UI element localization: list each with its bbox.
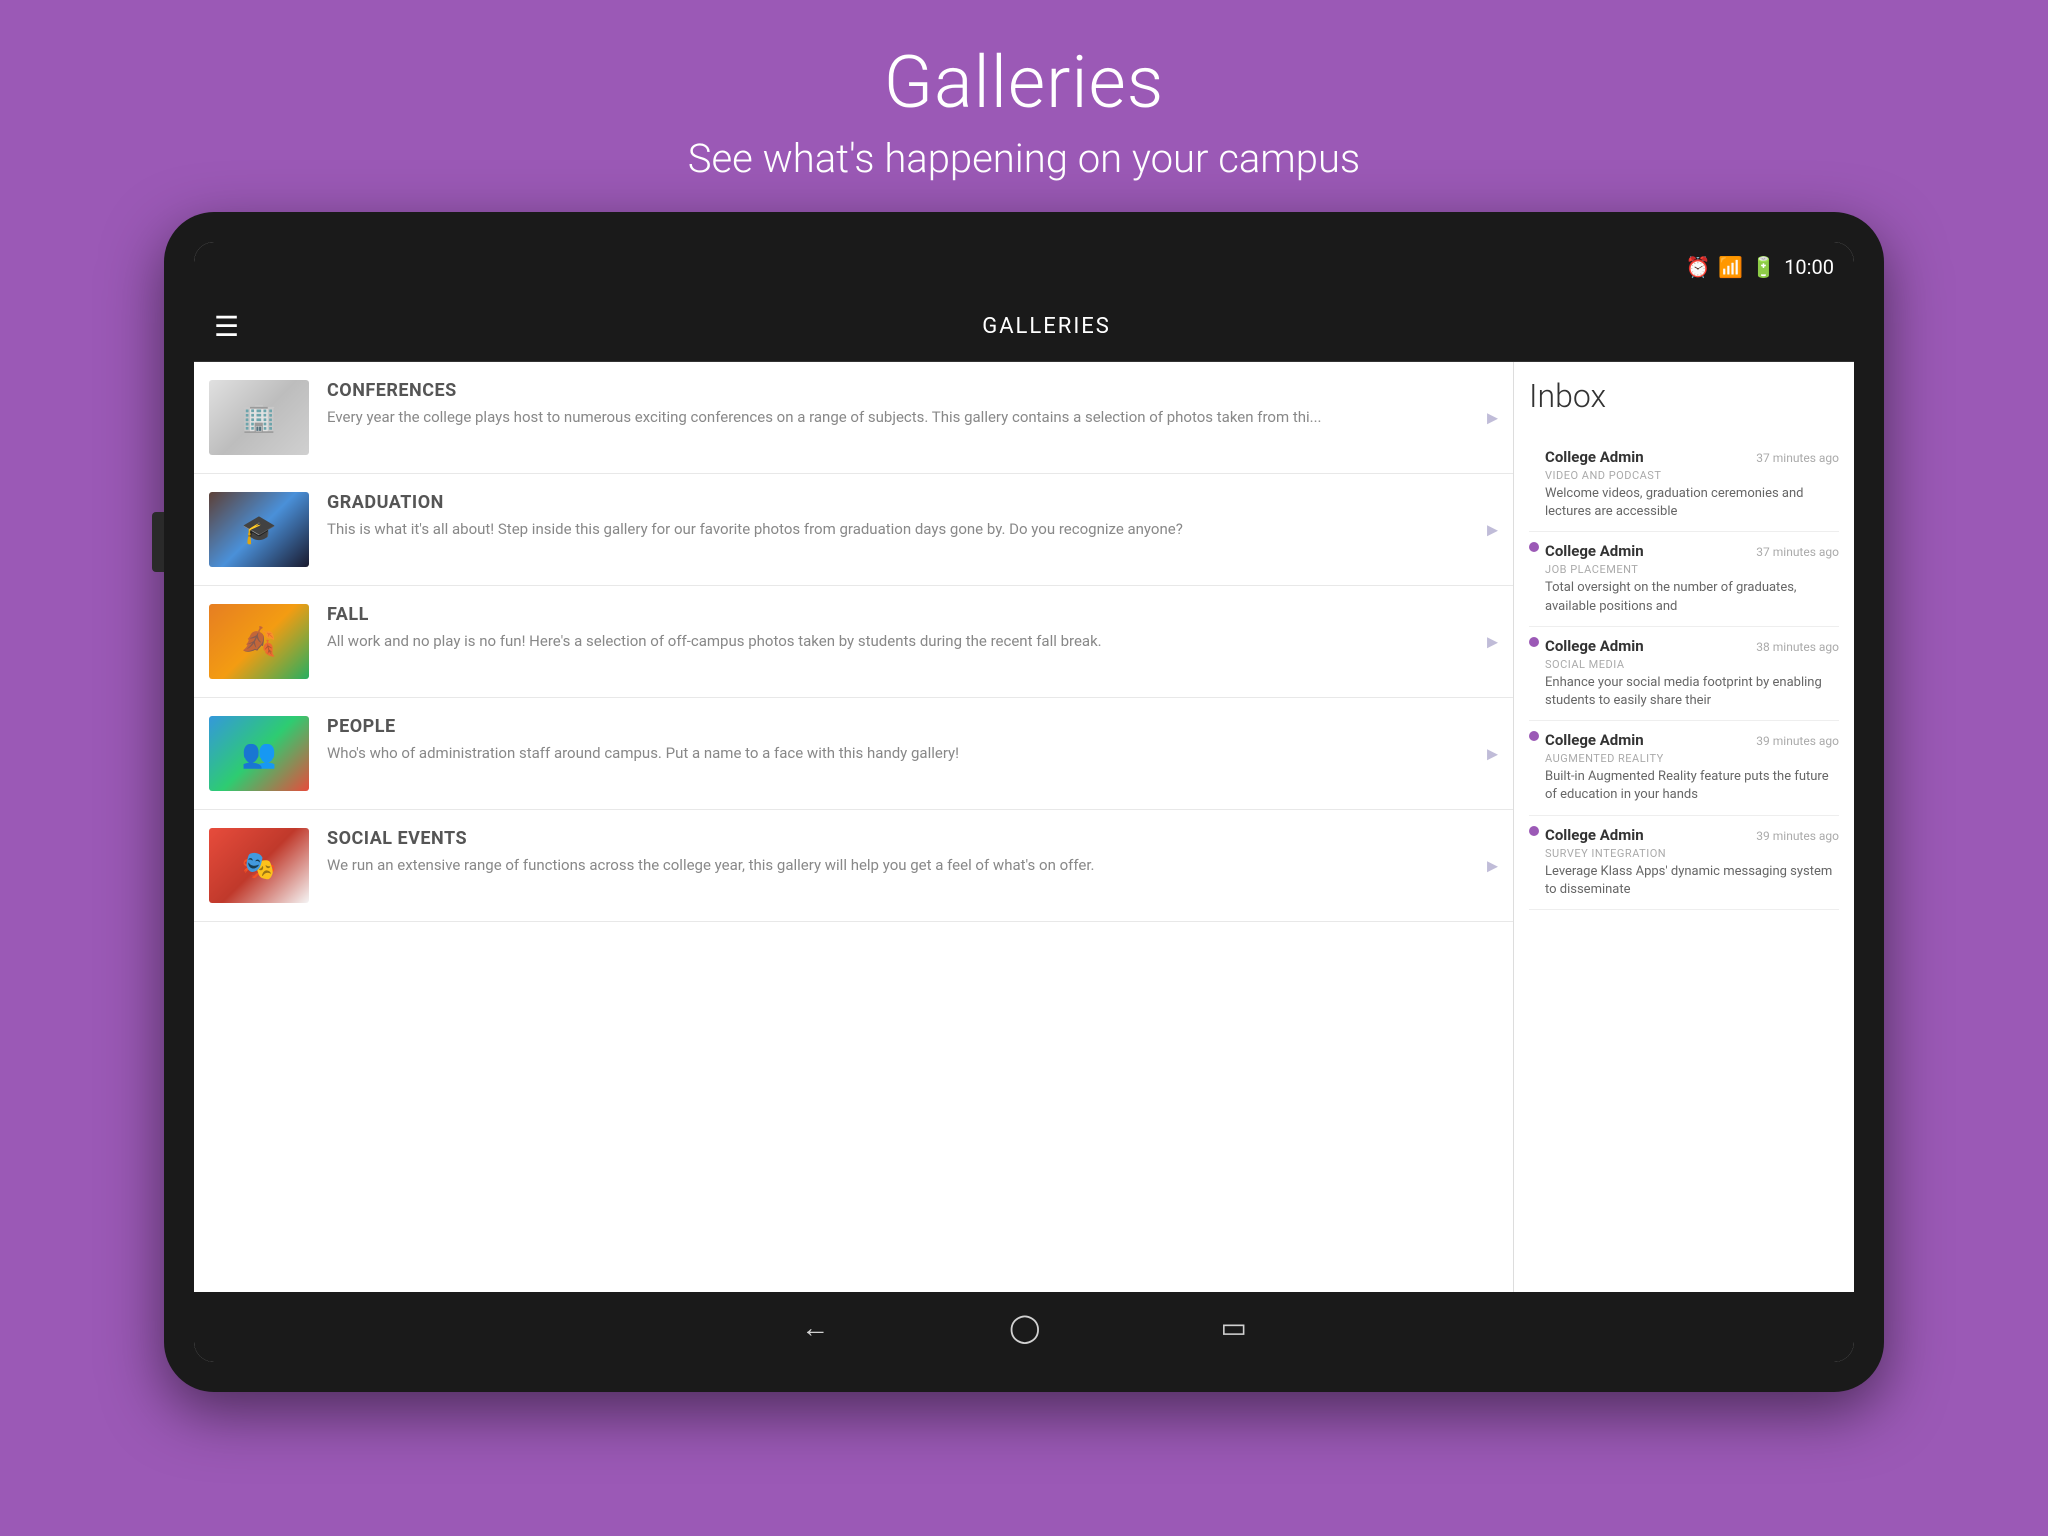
inbox-time-3: 39 minutes ago [1756,734,1839,748]
inbox-sender-3: College Admin [1545,731,1644,749]
inbox-sender-0: College Admin [1545,448,1644,466]
gallery-item-desc-fall: All work and no play is no fun! Here's a… [327,631,1468,652]
inbox-preview-3: Built-in Augmented Reality feature puts … [1545,768,1839,804]
main-content: 🏢 CONFERENCES Every year the college pla… [194,362,1854,1292]
inbox-preview-1: Total oversight on the number of graduat… [1545,579,1839,615]
page-title: Galleries [688,40,1360,125]
clock-icon: ⏰ [1685,255,1710,279]
gallery-item-content-graduation: GRADUATION This is what it's all about! … [327,492,1498,540]
inbox-item-4[interactable]: College Admin 39 minutes ago SURVEY INTE… [1529,816,1839,910]
gallery-item-content-conferences: CONFERENCES Every year the college plays… [327,380,1498,428]
page-subtitle: See what's happening on your campus [688,135,1360,182]
tablet-device: ⏰ 📶 🔋 10:00 ☰ GALLERIES 🏢 CONFERENCES Ev… [164,212,1884,1392]
page-header: Galleries See what's happening on your c… [688,0,1360,212]
inbox-item-body-3: College Admin 39 minutes ago AUGMENTED R… [1545,731,1839,804]
volume-button[interactable] [152,512,164,572]
inbox-item-body-1: College Admin 37 minutes ago JOB PLACEME… [1545,542,1839,615]
back-button[interactable]: ← [801,1311,829,1344]
inbox-item-2[interactable]: College Admin 38 minutes ago SOCIAL MEDI… [1529,627,1839,721]
inbox-preview-4: Leverage Klass Apps' dynamic messaging s… [1545,863,1839,899]
gallery-item-fall[interactable]: 🍂 FALL All work and no play is no fun! H… [194,586,1513,698]
inbox-item-1[interactable]: College Admin 37 minutes ago JOB PLACEME… [1529,532,1839,626]
gallery-item-conferences[interactable]: 🏢 CONFERENCES Every year the college pla… [194,362,1513,474]
gallery-item-arrow-graduation: ▸ [1487,517,1498,542]
gallery-thumb-graduation: 🎓 [209,492,309,567]
gallery-item-content-fall: FALL All work and no play is no fun! Her… [327,604,1498,652]
gallery-item-social-events[interactable]: 🎭 SOCIAL EVENTS We run an extensive rang… [194,810,1513,922]
app-bar-title: GALLERIES [259,314,1834,339]
gallery-list: 🏢 CONFERENCES Every year the college pla… [194,362,1514,1292]
recents-button[interactable]: ▭ [1220,1311,1246,1344]
inbox-dot-3 [1529,731,1539,741]
inbox-item-body-4: College Admin 39 minutes ago SURVEY INTE… [1545,826,1839,899]
gallery-thumb-fall: 🍂 [209,604,309,679]
status-icons: ⏰ 📶 🔋 10:00 [1685,255,1834,279]
gallery-item-title-people: PEOPLE [327,716,1468,737]
inbox-dot-4 [1529,826,1539,836]
status-time: 10:00 [1784,255,1834,279]
gallery-thumb-conferences: 🏢 [209,380,309,455]
gallery-item-desc-graduation: This is what it's all about! Step inside… [327,519,1468,540]
inbox-title: Inbox [1529,377,1839,423]
gallery-item-content-social-events: SOCIAL EVENTS We run an extensive range … [327,828,1498,876]
status-bar: ⏰ 📶 🔋 10:00 [194,242,1854,292]
inbox-item-body-0: College Admin 37 minutes ago VIDEO AND P… [1545,448,1839,521]
gallery-item-desc-conferences: Every year the college plays host to num… [327,407,1468,428]
inbox-category-4: SURVEY INTEGRATION [1545,847,1839,860]
gallery-item-arrow-conferences: ▸ [1487,405,1498,430]
inbox-time-1: 37 minutes ago [1756,545,1839,559]
gallery-item-arrow-social-events: ▸ [1487,853,1498,878]
gallery-item-title-conferences: CONFERENCES [327,380,1468,401]
tablet-screen: ⏰ 📶 🔋 10:00 ☰ GALLERIES 🏢 CONFERENCES Ev… [194,242,1854,1362]
inbox-time-0: 37 minutes ago [1756,451,1839,465]
gallery-item-title-fall: FALL [327,604,1468,625]
inbox-category-1: JOB PLACEMENT [1545,563,1839,576]
inbox-time-2: 38 minutes ago [1756,640,1839,654]
inbox-panel: Inbox College Admin 37 minutes ago VIDEO… [1514,362,1854,1292]
gallery-item-title-social-events: SOCIAL EVENTS [327,828,1468,849]
inbox-preview-0: Welcome videos, graduation ceremonies an… [1545,485,1839,521]
inbox-dot-1 [1529,542,1539,552]
inbox-category-0: VIDEO AND PODCAST [1545,469,1839,482]
hamburger-menu-icon[interactable]: ☰ [214,310,239,343]
battery-icon: 🔋 [1751,255,1776,279]
inbox-time-4: 39 minutes ago [1756,829,1839,843]
gallery-item-title-graduation: GRADUATION [327,492,1468,513]
wifi-icon: 📶 [1718,255,1743,279]
inbox-category-3: AUGMENTED REALITY [1545,752,1839,765]
inbox-category-2: SOCIAL MEDIA [1545,658,1839,671]
app-bar: ☰ GALLERIES [194,292,1854,362]
home-button[interactable]: ◯ [1009,1311,1040,1344]
inbox-sender-4: College Admin [1545,826,1644,844]
inbox-preview-2: Enhance your social media footprint by e… [1545,674,1839,710]
nav-bar: ← ◯ ▭ [194,1292,1854,1362]
inbox-dot-2 [1529,637,1539,647]
inbox-item-body-2: College Admin 38 minutes ago SOCIAL MEDI… [1545,637,1839,710]
inbox-sender-2: College Admin [1545,637,1644,655]
gallery-item-arrow-fall: ▸ [1487,629,1498,654]
gallery-thumb-social-events: 🎭 [209,828,309,903]
gallery-item-desc-people: Who's who of administration staff around… [327,743,1468,764]
gallery-item-graduation[interactable]: 🎓 GRADUATION This is what it's all about… [194,474,1513,586]
gallery-item-arrow-people: ▸ [1487,741,1498,766]
inbox-sender-1: College Admin [1545,542,1644,560]
inbox-item-0[interactable]: College Admin 37 minutes ago VIDEO AND P… [1529,438,1839,532]
gallery-item-desc-social-events: We run an extensive range of functions a… [327,855,1468,876]
inbox-item-3[interactable]: College Admin 39 minutes ago AUGMENTED R… [1529,721,1839,815]
gallery-thumb-people: 👥 [209,716,309,791]
gallery-item-people[interactable]: 👥 PEOPLE Who's who of administration sta… [194,698,1513,810]
gallery-item-content-people: PEOPLE Who's who of administration staff… [327,716,1498,764]
